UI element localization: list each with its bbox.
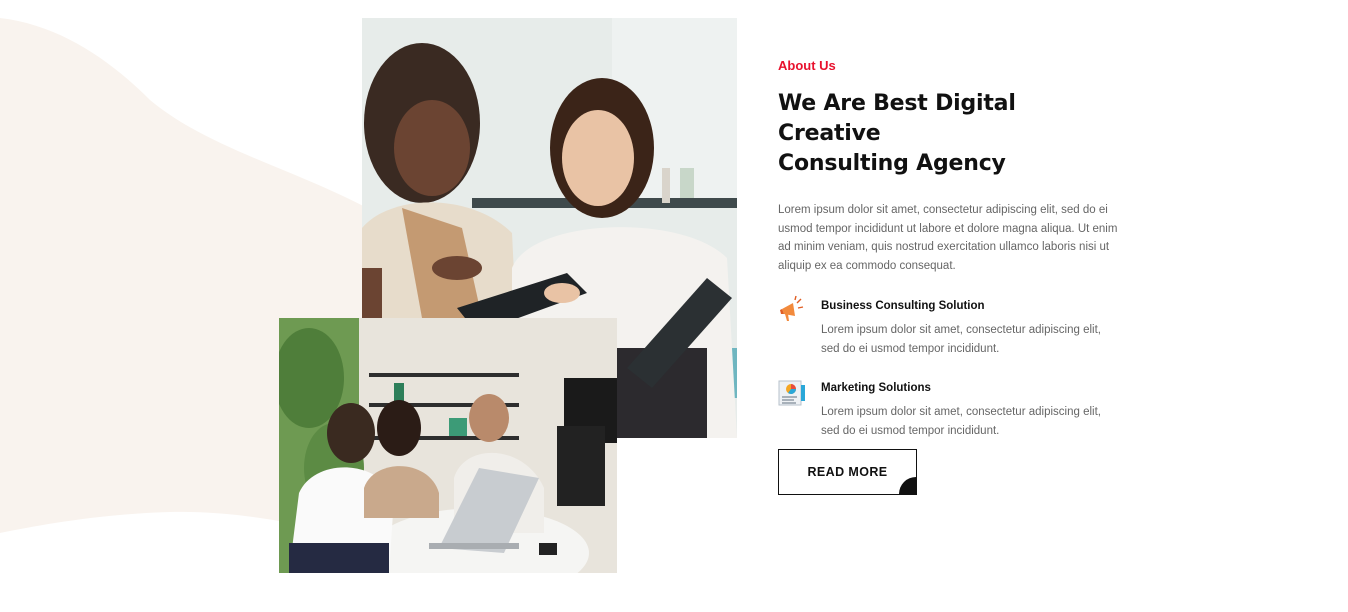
section-intro: Lorem ipsum dolor sit amet, consectetur … bbox=[778, 204, 1118, 272]
feature-text: Marketing Solutions Lorem ipsum dolor si… bbox=[821, 380, 1118, 440]
feature-text: Business Consulting Solution Lorem ipsum… bbox=[821, 298, 1118, 358]
about-section: About Us We Are Best Digital Creative Co… bbox=[778, 56, 1118, 440]
team-photo-secondary bbox=[279, 318, 617, 573]
heading-line-2: Consulting Agency bbox=[778, 151, 1006, 176]
section-heading: We Are Best Digital Creative Consulting … bbox=[778, 89, 1118, 179]
read-more-label: READ MORE bbox=[807, 465, 888, 479]
feature-title: Business Consulting Solution bbox=[821, 300, 985, 312]
heading-line-1: We Are Best Digital Creative bbox=[778, 91, 1016, 146]
feature-description: Lorem ipsum dolor sit amet, consectetur … bbox=[821, 324, 1101, 355]
read-more-button[interactable]: READ MORE bbox=[778, 449, 917, 495]
megaphone-icon bbox=[780, 295, 804, 321]
feature-item-business-consulting: Business Consulting Solution Lorem ipsum… bbox=[778, 295, 1118, 358]
feature-title: Marketing Solutions bbox=[821, 382, 931, 394]
report-chart-icon bbox=[778, 380, 805, 406]
feature-item-marketing: Marketing Solutions Lorem ipsum dolor si… bbox=[778, 380, 1118, 440]
button-corner-decoration bbox=[899, 477, 916, 494]
section-eyebrow: About Us bbox=[778, 58, 836, 73]
feature-description: Lorem ipsum dolor sit amet, consectetur … bbox=[821, 406, 1101, 437]
